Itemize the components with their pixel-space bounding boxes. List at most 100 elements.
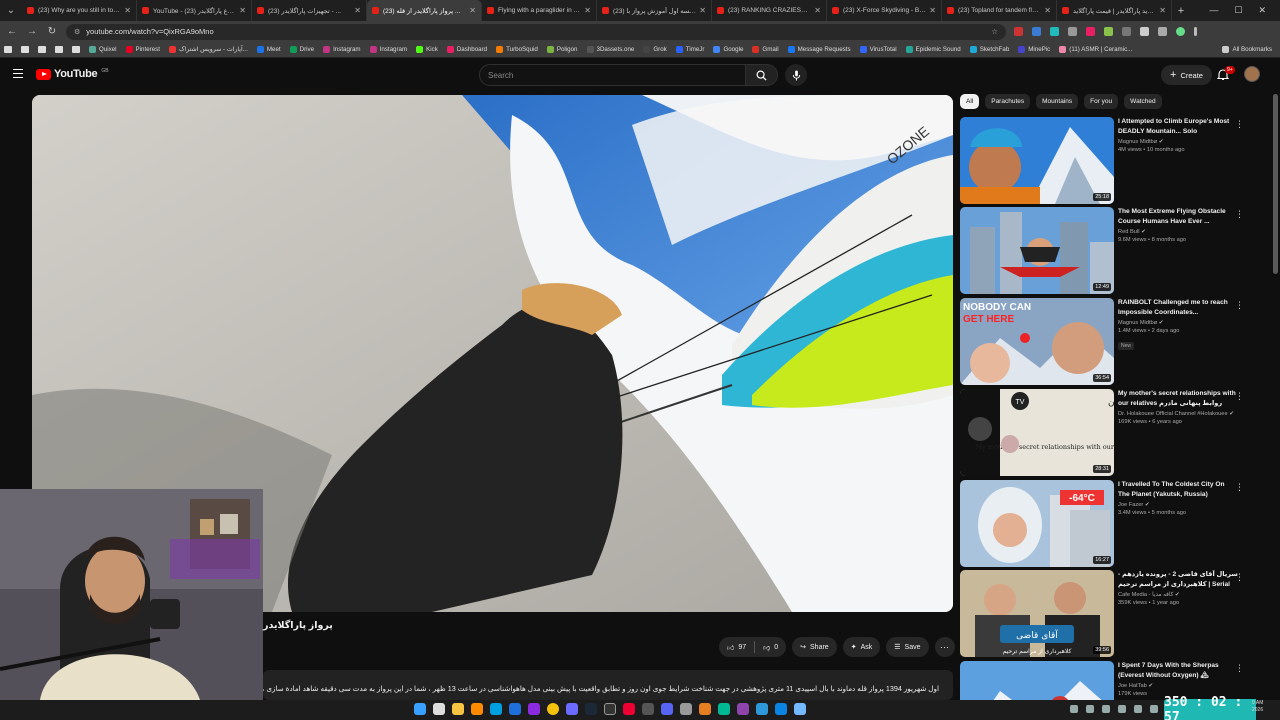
recommended-video[interactable]: NOBODY CAN GET HERE 36:54 RAINBOLT Challeng… (960, 298, 1260, 386)
channel-name[interactable]: Joe HatTab ✔︎ (1118, 683, 1238, 689)
browser-tab[interactable]: تجهیزات پاراگلایدر (23) - ... ✕ (252, 0, 367, 21)
tab-close-icon[interactable]: ✕ (469, 6, 476, 15)
bookmark-item[interactable]: Kick (416, 46, 438, 53)
recommended-video[interactable]: -64°C 16:27 I Travelled To The Coldest Cit… (960, 480, 1260, 568)
like-button[interactable]: 👍︎ 97 (727, 643, 746, 652)
ask-button[interactable]: ✦ Ask (842, 637, 881, 657)
extension-icon[interactable] (1032, 27, 1041, 36)
app-icon[interactable] (756, 703, 768, 715)
site-info-icon[interactable]: ⚙ (74, 28, 80, 36)
app-icon[interactable] (794, 703, 806, 715)
puzzle-icon[interactable] (1158, 27, 1167, 36)
extension-icon[interactable] (1068, 27, 1077, 36)
browser-tab[interactable]: (23) X-Force Skydiving - Brad... ✕ (827, 0, 942, 21)
more-options-icon[interactable]: ⋮ (1235, 300, 1244, 311)
app-icon[interactable] (604, 703, 616, 715)
bookmark-item[interactable]: TimeJr (675, 46, 704, 53)
share-button[interactable]: ↪ Share (792, 637, 837, 657)
bookmark-item[interactable]: Instagram (323, 46, 361, 53)
tray-icon[interactable] (1086, 705, 1094, 713)
tab-close-icon[interactable]: ✕ (699, 6, 706, 15)
all-bookmarks-button[interactable]: All Bookmarks (1222, 46, 1272, 53)
bookmark-item[interactable]: Epidemic Sound (905, 46, 961, 53)
bookmark-item[interactable]: Grok (643, 46, 667, 53)
video-thumbnail[interactable]: TV روابط پنهانی مادرم با خویشاوندان My mot… (960, 389, 1114, 476)
tray-icon[interactable] (1134, 705, 1142, 713)
bookmark-folder-icon[interactable] (55, 46, 63, 53)
tab-close-icon[interactable]: ✕ (814, 6, 821, 15)
bookmark-item[interactable]: (11) ASMR | Ceramic... (1059, 46, 1132, 53)
bookmark-item[interactable]: Message Requests (787, 46, 851, 53)
video-thumbnail[interactable]: 12:49 (960, 207, 1114, 294)
app-icon[interactable] (718, 703, 730, 715)
bookmark-folder-icon[interactable] (72, 46, 80, 53)
tab-close-icon[interactable]: ✕ (1044, 6, 1051, 15)
chrome-icon[interactable] (547, 703, 559, 715)
filter-chip[interactable]: All (960, 94, 980, 109)
app-icon[interactable] (642, 703, 654, 715)
browser-tab[interactable]: خرید پاراگلایدر | قیمت پاراگلاید...✕ (1057, 0, 1172, 21)
more-actions-button[interactable]: ··· (934, 637, 955, 657)
more-options-icon[interactable]: ⋮ (1235, 391, 1244, 402)
video-thumbnail[interactable]: NOBODY CAN GET HERE 36:54 (960, 298, 1114, 385)
tab-close-icon[interactable]: ✕ (929, 6, 936, 15)
browser-tab[interactable]: جلسه اول آموزش پرواز با (23) ...✕ (597, 0, 712, 21)
bookmark-item[interactable]: Google (713, 46, 743, 53)
browser-tab[interactable]: پرواز پاراگلایدر از قله (23) ... ✕ (367, 0, 482, 21)
tray-icon[interactable] (1102, 705, 1110, 713)
recommended-video-title[interactable]: سریال آقای قاضی 2 - پرونده یازدهم - کلاه… (1118, 570, 1238, 589)
bookmark-item[interactable]: VirusTotal (859, 46, 897, 53)
save-button[interactable]: ☰ Save (886, 637, 929, 657)
maximize-icon[interactable]: ☐ (1234, 5, 1242, 16)
youtube-logo[interactable]: YouTube GB (36, 68, 109, 80)
new-tab-button[interactable]: + (1172, 5, 1190, 17)
windows-start-icon[interactable] (414, 703, 426, 715)
bookmark-item[interactable]: MinePic (1018, 46, 1050, 53)
search-input[interactable]: Search (479, 64, 746, 86)
bookmark-item[interactable]: TurboSquid (496, 46, 538, 53)
tray-icon[interactable] (1070, 705, 1078, 713)
browser-tab[interactable]: YouTube - شروع پاراگلایدر (23) ✕ (137, 0, 252, 21)
minimize-icon[interactable]: — (1209, 5, 1218, 16)
bookmark-folder-icon[interactable] (4, 46, 12, 53)
browser-tab[interactable]: (23) RANKING CRAZIEST PAR...✕ (712, 0, 827, 21)
channel-name[interactable]: Red Bull ✔︎ (1118, 229, 1238, 235)
account-avatar[interactable] (1244, 66, 1260, 82)
video-thumbnail[interactable]: -64°C 16:27 (960, 480, 1114, 567)
bookmark-item[interactable]: Drive (289, 46, 314, 53)
extension-icon[interactable] (1122, 27, 1131, 36)
app-icon[interactable] (699, 703, 711, 715)
app-icon[interactable] (509, 703, 521, 715)
recommended-video[interactable]: آقای قاضی کلاهبرداری از مراسم ترحیم 39:56 س… (960, 570, 1260, 658)
browser-tab[interactable]: (23) Topland for tandem fly R... ✕ (942, 0, 1057, 21)
more-options-icon[interactable]: ⋮ (1235, 209, 1244, 220)
video-thumbnail[interactable]: آقای قاضی کلاهبرداری از مراسم ترحیم 39:56 (960, 570, 1114, 657)
tray-icon[interactable] (1150, 705, 1158, 713)
bookmark-star-icon[interactable]: ☆ (991, 27, 998, 36)
back-icon[interactable]: ← (6, 26, 18, 37)
tab-close-icon[interactable]: ✕ (124, 6, 131, 15)
tab-close-icon[interactable]: ✕ (239, 6, 246, 15)
create-button[interactable]: + Create (1161, 65, 1212, 85)
url-bar[interactable]: ⚙ youtube.com/watch?v=QixRGA9oMno ☆ (66, 23, 1006, 40)
recommended-video[interactable]: TV روابط پنهانی مادرم با خویشاوندان My mot… (960, 389, 1260, 477)
hamburger-menu-icon[interactable] (13, 69, 23, 78)
browser-tab[interactable]: Flying with a paraglider in Ra... ✕ (482, 0, 597, 21)
search-button[interactable] (746, 64, 778, 86)
bookmark-item[interactable]: 3Dassets.one (586, 46, 634, 53)
extension-icon[interactable] (1050, 27, 1059, 36)
extension-icon[interactable] (1014, 27, 1023, 36)
dislike-button[interactable]: 👎︎ 0 (763, 643, 778, 652)
channel-name[interactable]: Magnus Midtbø ✔︎ (1118, 320, 1238, 326)
recommended-video-title[interactable]: I Attempted to Climb Europe's Most DEADL… (1118, 117, 1238, 136)
extension-icon[interactable] (1104, 27, 1113, 36)
recommended-video-title[interactable]: RAINBOLT Challenged me to reach Impossib… (1118, 298, 1238, 317)
taskview-icon[interactable] (433, 703, 445, 715)
bookmark-item[interactable]: Poligon (546, 46, 578, 53)
bookmark-item[interactable]: Pinterest (125, 46, 160, 53)
recommended-video[interactable]: 25:18 I Attempted to Climb Europe's Most … (960, 117, 1260, 205)
more-options-icon[interactable]: ⋮ (1235, 572, 1244, 583)
filter-chip[interactable]: Watched (1124, 94, 1162, 109)
recommended-video-title[interactable]: The Most Extreme Flying Obstacle Course … (1118, 207, 1238, 226)
browser-menu-icon[interactable] (1194, 27, 1197, 36)
